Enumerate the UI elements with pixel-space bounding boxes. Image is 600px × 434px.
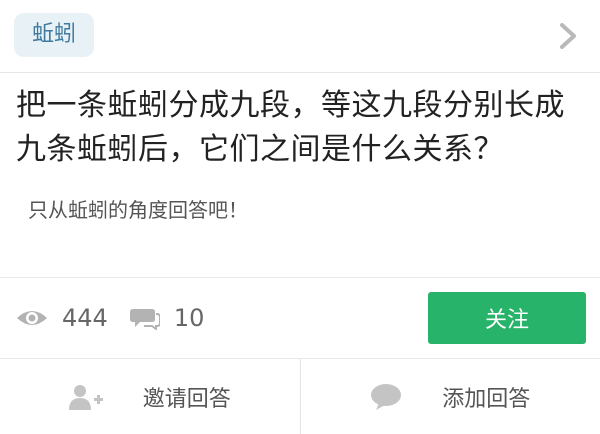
invite-answer-label: 邀请回答 — [142, 386, 231, 412]
top-bar: 蚯蚓 — [0, 0, 600, 73]
topic-tag[interactable]: 蚯蚓 — [14, 13, 95, 57]
eye-icon — [17, 311, 47, 325]
views-stat: 444 — [16, 304, 130, 332]
question-title: 把一条蚯蚓分成九段，等这九段分别长成九条蚯蚓后，它们之间是什么关系？ — [16, 88, 565, 167]
question-description: 只从蚯蚓的角度回答吧！ — [28, 198, 248, 222]
add-answer-label: 添加回答 — [442, 386, 531, 412]
comments-count: 10 — [173, 304, 205, 332]
follow-button[interactable]: 关注 — [428, 292, 586, 344]
chevron-right-icon[interactable] — [556, 20, 580, 52]
add-user-icon — [68, 384, 103, 410]
stats-row: 444 10 — [16, 300, 226, 336]
bottom-actions: 邀请回答 添加回答 — [0, 359, 600, 434]
views-count: 444 — [62, 304, 108, 332]
add-answer-button[interactable]: 添加回答 — [299, 359, 600, 434]
divider — [0, 277, 600, 278]
comments-stat[interactable]: 10 — [129, 304, 227, 332]
invite-answer-button[interactable]: 邀请回答 — [0, 359, 300, 434]
comment-icon — [129, 309, 160, 330]
speech-bubble-icon — [371, 383, 402, 410]
